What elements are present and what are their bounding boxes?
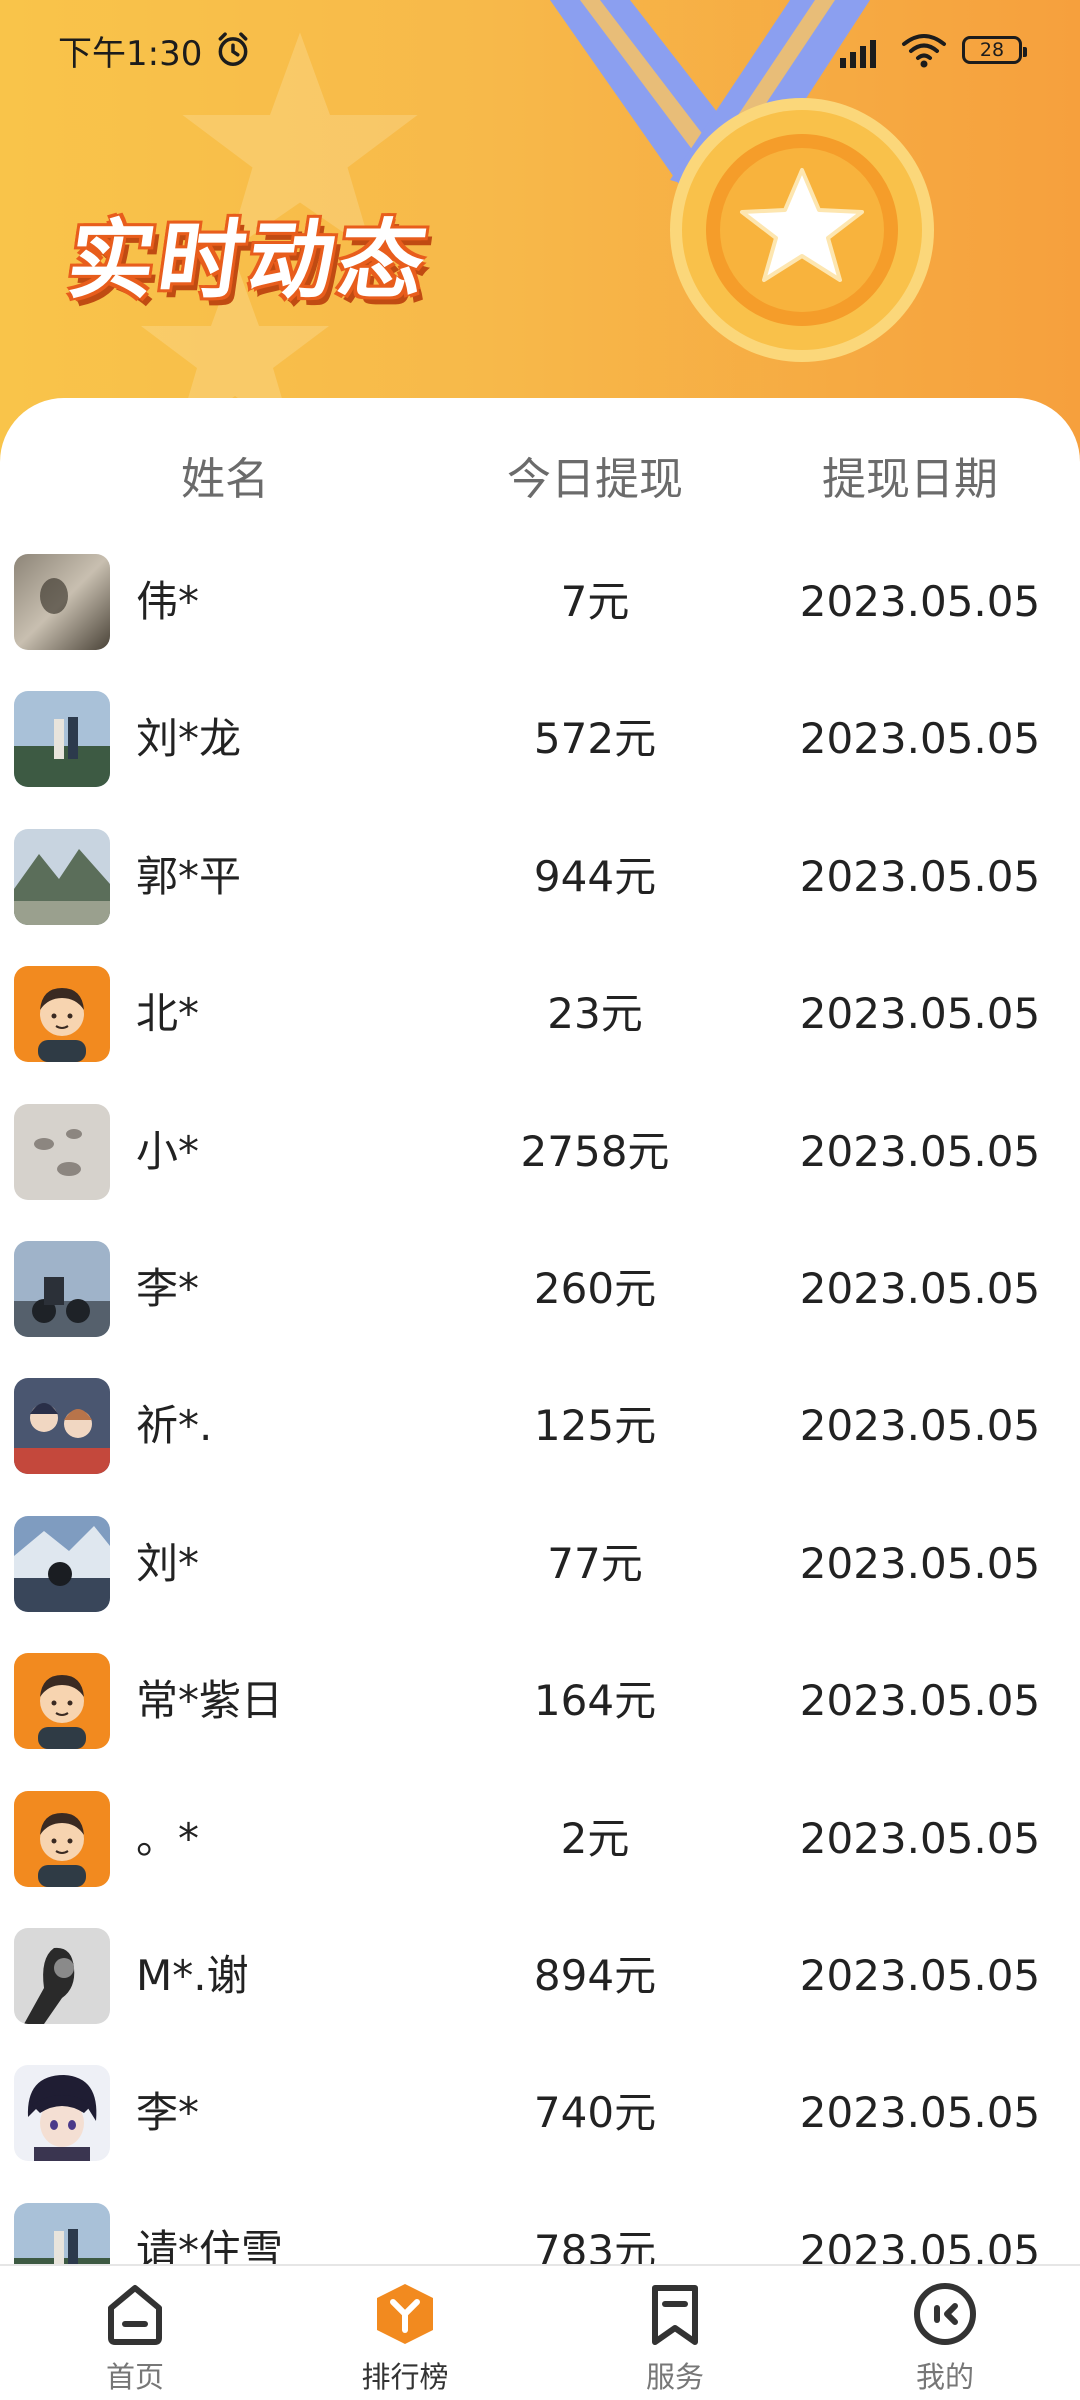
withdraw-date: 2023.05.05 (799, 1401, 1041, 1451)
withdraw-date: 2023.05.05 (799, 714, 1041, 764)
column-header-name: 姓名 (181, 454, 269, 505)
user-name: 。* (136, 1813, 200, 1863)
medal-icon (550, 0, 934, 362)
avatar (14, 2065, 110, 2162)
profile-face-icon (914, 2283, 976, 2345)
bookmark-icon (652, 2285, 698, 2345)
withdraw-date: 2023.05.05 (799, 989, 1041, 1039)
user-name: 刘* (136, 1538, 200, 1588)
nav-item-mine[interactable]: 我的 (810, 2266, 1080, 2400)
column-header-amount: 今日提现 (507, 454, 683, 505)
withdraw-date: 2023.05.05 (799, 1676, 1041, 1726)
user-name: 北* (136, 989, 200, 1039)
user-name: M*.谢 (136, 1950, 249, 2000)
table-row: 伟* 7元 2023.05.05 (0, 530, 1080, 667)
bottom-navigation: 首页 排行榜 服务 我的 (0, 2264, 1080, 2400)
avatar (14, 1653, 110, 1750)
home-icon (108, 2285, 162, 2345)
withdraw-amount: 944元 (533, 851, 657, 901)
alarm-icon (218, 32, 248, 66)
user-name: 请*住雪 (136, 2225, 284, 2264)
withdraw-amount: 740元 (533, 2088, 657, 2138)
user-name: 祈*. (136, 1401, 213, 1451)
avatar (14, 1515, 110, 1612)
table-row: M*.谢 894元 2023.05.05 (0, 1904, 1080, 2041)
avatar (14, 1790, 110, 1887)
table-row: 郭*平 944元 2023.05.05 (0, 805, 1080, 942)
table-row: 李* 740元 2023.05.05 (0, 2041, 1080, 2178)
column-header-date: 提现日期 (822, 454, 998, 505)
user-name: 李* (136, 2088, 200, 2138)
user-name: 李* (136, 1263, 200, 1313)
avatar (14, 1240, 110, 1337)
withdraw-amount: 260元 (533, 1263, 657, 1313)
table-header: 姓名 今日提现 提现日期 (0, 430, 1080, 530)
withdraw-date: 2023.05.05 (799, 1950, 1041, 2000)
user-name: 刘*龙 (136, 714, 242, 764)
table-row: 刘*龙 572元 2023.05.05 (0, 667, 1080, 804)
withdraw-amount: 2758元 (520, 1126, 670, 1176)
banner-title: 实时动态 (61, 211, 436, 311)
nav-item-service[interactable]: 服务 (540, 2266, 810, 2400)
table-row: 李* 260元 2023.05.05 (0, 1217, 1080, 1354)
withdraw-date: 2023.05.05 (799, 1126, 1041, 1176)
avatar (14, 966, 110, 1063)
withdraw-date: 2023.05.05 (799, 2225, 1041, 2264)
withdrawal-list[interactable]: 伟* 7元 2023.05.05 刘*龙 572元 2023.05.05 郭*平… (0, 530, 1080, 2264)
avatar (14, 828, 110, 925)
avatar (14, 1927, 110, 2024)
user-name: 常*紫日 (136, 1676, 284, 1726)
user-name: 伟* (136, 577, 200, 626)
avatar (14, 2202, 110, 2264)
withdraw-amount: 7元 (560, 577, 630, 626)
withdraw-date: 2023.05.05 (799, 2088, 1041, 2138)
table-row: 祈*. 125元 2023.05.05 (0, 1354, 1080, 1491)
withdraw-date: 2023.05.05 (799, 1538, 1041, 1588)
withdraw-date: 2023.05.05 (799, 1263, 1041, 1313)
withdraw-amount: 164元 (533, 1676, 657, 1726)
withdraw-date: 2023.05.05 (799, 1813, 1041, 1863)
nav-item-home[interactable]: 首页 (0, 2266, 270, 2400)
nav-label-service: 服务 (645, 2360, 704, 2394)
table-row: 北* 23元 2023.05.05 (0, 942, 1080, 1079)
nav-item-ranking[interactable]: 排行榜 (270, 2266, 540, 2400)
withdraw-amount: 77元 (547, 1538, 643, 1588)
nav-label-home: 首页 (105, 2360, 164, 2394)
ranking-icon (377, 2284, 433, 2344)
user-name: 郭*平 (136, 851, 242, 901)
withdraw-amount: 894元 (533, 1950, 657, 2000)
withdraw-date: 2023.05.05 (799, 577, 1041, 626)
withdraw-amount: 2元 (560, 1813, 630, 1863)
nav-label-mine: 我的 (915, 2360, 974, 2394)
withdraw-amount: 23元 (547, 989, 643, 1039)
avatar (14, 1103, 110, 1200)
user-name: 小* (136, 1126, 200, 1176)
avatar (14, 691, 110, 788)
table-row: 。* 2元 2023.05.05 (0, 1767, 1080, 1904)
withdraw-amount: 572元 (533, 714, 657, 764)
avatar (14, 554, 110, 650)
withdraw-amount: 125元 (533, 1401, 657, 1451)
status-time: 下午1:30 (58, 33, 203, 74)
table-row: 常*紫日 164元 2023.05.05 (0, 1629, 1080, 1766)
table-row: 小* 2758元 2023.05.05 (0, 1080, 1080, 1217)
avatar (14, 1378, 110, 1475)
table-row: 请*住雪 783元 2023.05.05 (0, 2179, 1080, 2264)
withdraw-date: 2023.05.05 (799, 851, 1041, 901)
nav-label-ranking: 排行榜 (361, 2360, 449, 2394)
app-screen: 下午1:30 HD (0, 0, 1080, 2400)
table-row: 刘* 77元 2023.05.05 (0, 1492, 1080, 1629)
withdraw-amount: 783元 (533, 2225, 657, 2264)
